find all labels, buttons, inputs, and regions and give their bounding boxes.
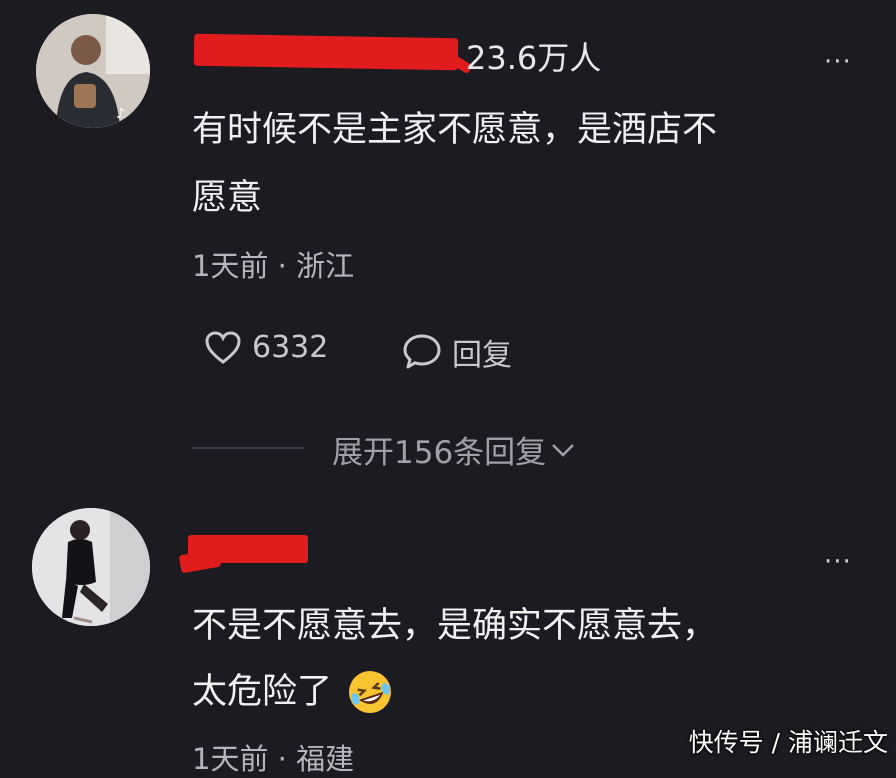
avatar[interactable]: ♪: [36, 14, 150, 128]
comment-text-line: 有时候不是主家不愿意，是酒店不: [192, 110, 718, 150]
time-location: 1天前 · 浙江: [192, 249, 355, 283]
comment-text: 太危险了: [192, 672, 333, 712]
comment-text-line: 不是不愿意去，是确实不愿意去，: [192, 606, 718, 646]
divider: [192, 447, 304, 449]
avatar-photo: ♪: [36, 14, 150, 128]
follower-count: 23.6万人: [466, 39, 602, 77]
svg-text:♪: ♪: [116, 106, 125, 122]
laughing-emoji-icon: [349, 671, 392, 713]
time-location: 1天前 · 福建: [192, 742, 355, 776]
avatar-photo: [32, 508, 150, 626]
comment-text-line-with-emoji: 太危险了: [192, 664, 394, 720]
like-count: 6332: [252, 330, 329, 365]
more-options-icon[interactable]: ···: [824, 49, 852, 75]
like-button[interactable]: 6332: [204, 330, 328, 365]
watermark: 快传号 / 浦谰迁文: [688, 728, 888, 757]
avatar[interactable]: [32, 508, 150, 626]
chevron-down-icon: [552, 443, 575, 457]
speech-bubble-icon: [403, 334, 441, 369]
expand-replies-button[interactable]: 展开156条回复: [332, 427, 576, 472]
redaction-tail: [178, 548, 222, 574]
reply-button[interactable]: 回复: [402, 330, 512, 374]
more-options-icon[interactable]: ···: [824, 549, 852, 575]
comment-text-line: 愿意: [192, 178, 263, 218]
expand-replies-label: 展开156条回复: [332, 435, 547, 471]
redacted-username: [193, 33, 459, 71]
heart-icon: [205, 330, 241, 364]
reply-label: 回复: [452, 338, 512, 373]
